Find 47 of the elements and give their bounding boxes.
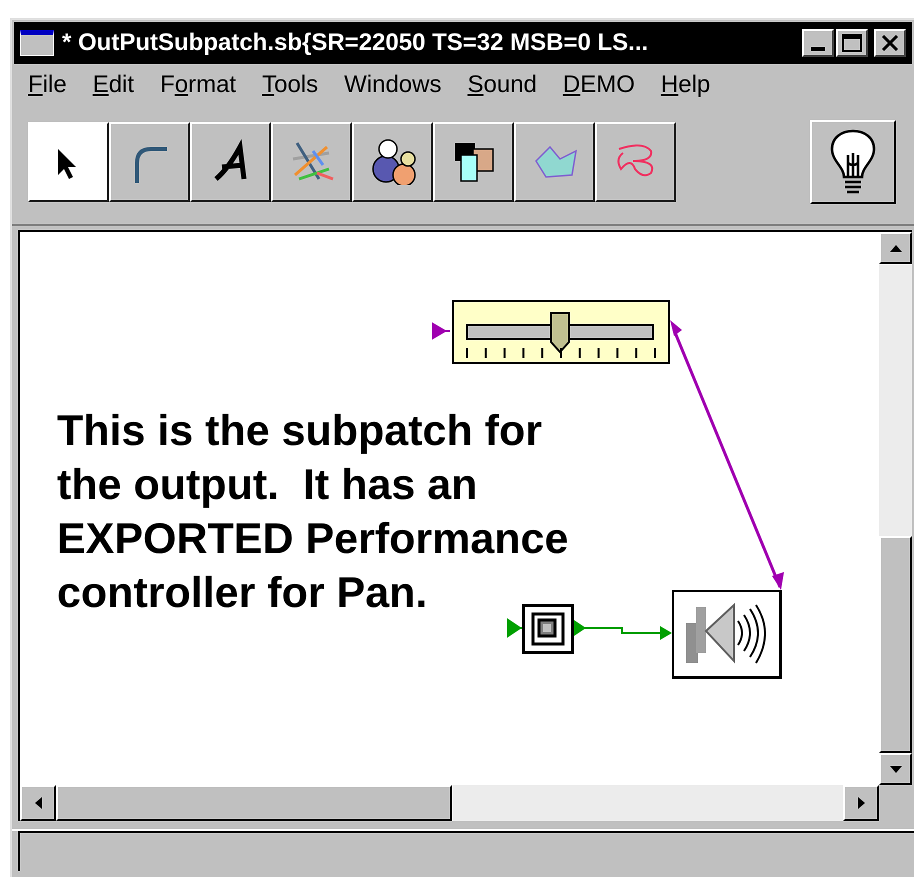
window-title: * OutPutSubpatch.sb{SR=22050 TS=32 MSB=0 LS... — [62, 28, 650, 58]
lightbulb-button[interactable] — [810, 120, 896, 204]
lightbulb-icon — [830, 129, 876, 195]
output-node[interactable] — [672, 590, 782, 679]
menu-item[interactable]: Help — [660, 67, 710, 103]
horizontal-scrollbar[interactable] — [20, 785, 879, 821]
scroll-right-button[interactable] — [843, 785, 879, 821]
scroll-up-button[interactable] — [879, 232, 912, 264]
menu-item[interactable]: Sound — [467, 67, 537, 103]
scroll-thumb[interactable] — [879, 536, 912, 753]
tool-button[interactable] — [271, 122, 352, 202]
circles-icon — [370, 139, 416, 185]
left-arrow-icon — [34, 797, 42, 809]
tool-button[interactable] — [190, 122, 271, 202]
up-arrow-icon — [890, 244, 902, 252]
maximize-button[interactable] — [836, 29, 868, 57]
canvas-note: This is the subpatch for the output. It has an EXPORTED Performance controller for Pan. — [57, 406, 570, 619]
vertical-scrollbar[interactable] — [879, 232, 912, 785]
tool-button[interactable] — [28, 122, 109, 202]
pan-icon — [531, 612, 565, 646]
slider-thumb[interactable] — [550, 312, 570, 354]
menu-item[interactable]: File — [28, 67, 67, 103]
maximize-icon — [842, 34, 862, 52]
menu-item[interactable]: Windows — [344, 67, 442, 103]
scroll-thumb[interactable] — [56, 785, 452, 821]
right-arrow-icon — [858, 797, 864, 809]
slider-node[interactable] — [452, 300, 670, 364]
tool-button[interactable] — [352, 122, 433, 202]
menu-item[interactable]: Tools — [262, 67, 318, 103]
tool-button[interactable] — [595, 122, 676, 202]
pan-node[interactable] — [522, 604, 574, 654]
close-button[interactable] — [874, 29, 906, 57]
menu-item[interactable]: Format — [160, 67, 236, 103]
app-icon — [20, 30, 54, 56]
input-port-icon — [507, 619, 523, 637]
minimize-button[interactable] — [802, 29, 834, 57]
input-port-icon — [432, 323, 451, 339]
minimize-icon — [811, 47, 825, 51]
down-arrow-icon — [890, 766, 902, 772]
menu-item[interactable]: Edit — [92, 67, 134, 103]
tool-button[interactable] — [433, 122, 514, 202]
close-icon — [881, 35, 899, 51]
tool-button[interactable] — [109, 122, 190, 202]
scroll-down-button[interactable] — [879, 753, 912, 785]
scroll-left-button[interactable] — [20, 785, 56, 821]
tool-button[interactable] — [514, 122, 595, 202]
menu-item[interactable]: DEMO — [562, 67, 635, 103]
